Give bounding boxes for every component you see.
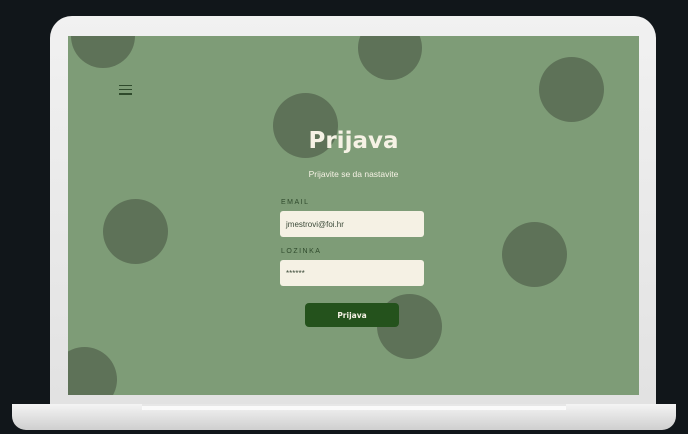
menu-line	[119, 85, 132, 87]
page-title: Prijava	[308, 128, 399, 154]
menu-line	[119, 93, 132, 95]
app-screen: Prijava Prijavite se da nastavite EMAIL …	[68, 36, 639, 395]
email-field[interactable]: jmestrovi@foi.hr	[280, 211, 424, 237]
laptop-base-highlight	[142, 406, 566, 410]
decor-circle	[68, 347, 117, 395]
decor-circle	[103, 199, 168, 264]
password-field[interactable]: ******	[280, 260, 424, 286]
menu-line	[119, 89, 132, 91]
page-subtitle: Prijavite se da nastavite	[308, 169, 399, 179]
hamburger-menu-icon[interactable]	[119, 85, 132, 95]
decor-circle	[539, 57, 604, 122]
login-button[interactable]: Prijava	[305, 303, 399, 327]
email-label: EMAIL	[281, 199, 310, 206]
decor-circle	[358, 36, 422, 80]
decor-circle	[71, 36, 135, 68]
decor-circle	[502, 222, 567, 287]
password-label: LOZINKA	[281, 248, 322, 255]
